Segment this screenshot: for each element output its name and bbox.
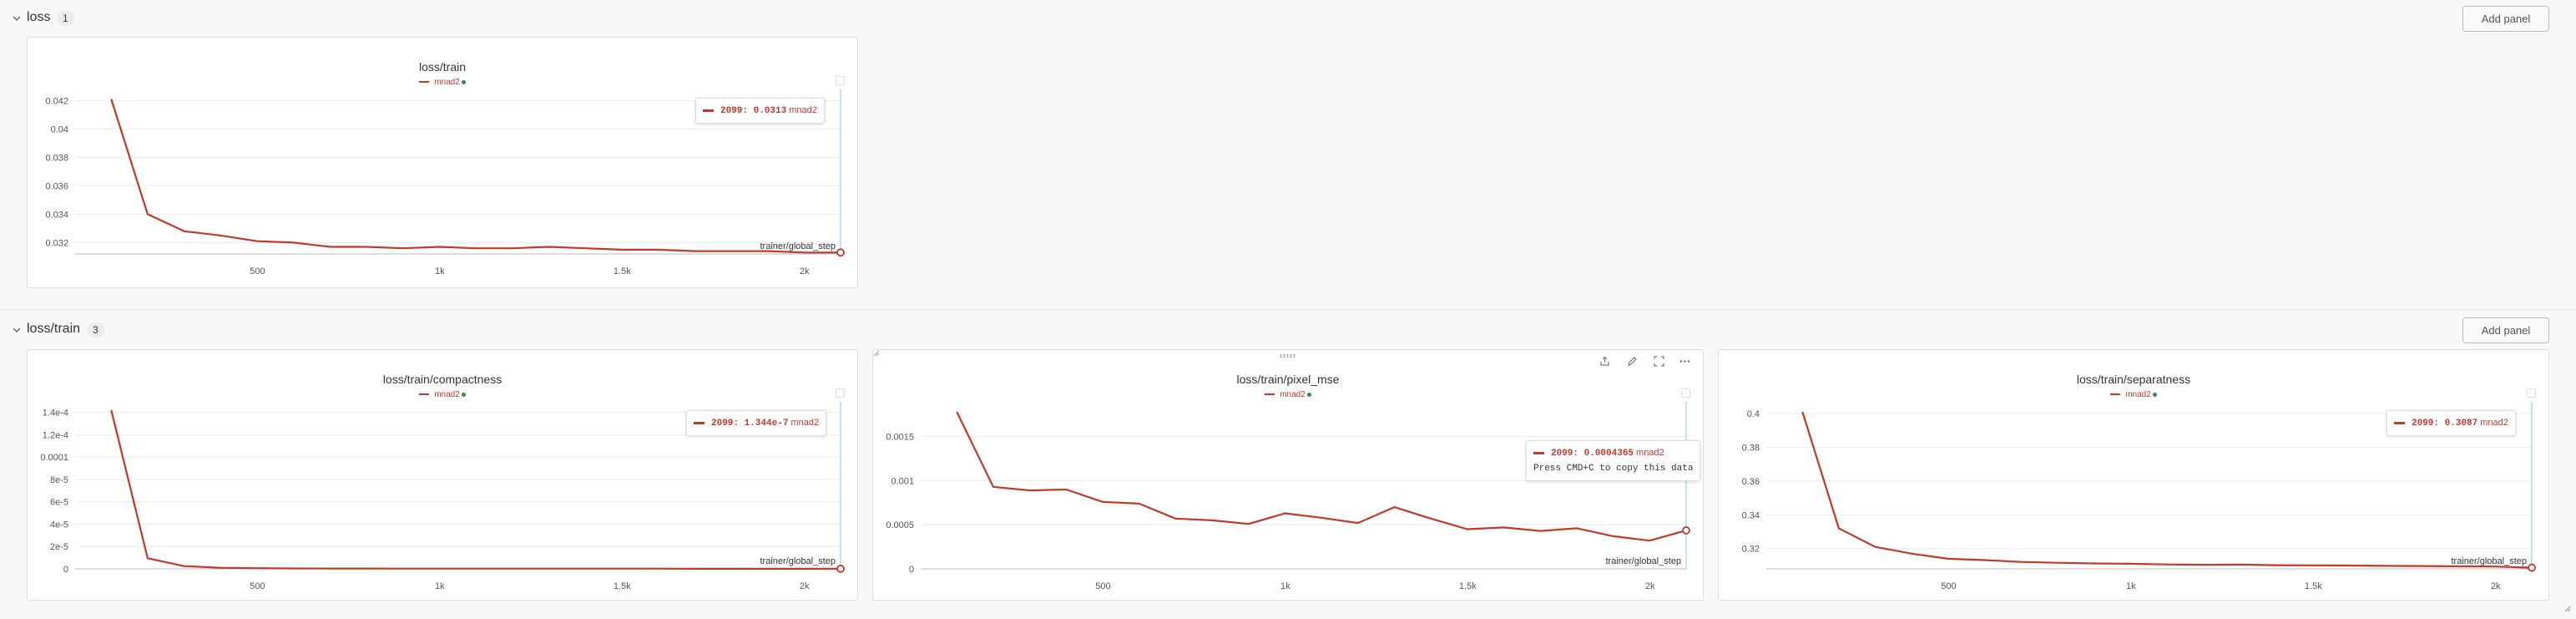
section-title: loss/train (27, 322, 81, 336)
hover-point (836, 564, 845, 573)
tooltip-step: 2099 (711, 419, 734, 429)
y-tick-label: 0.042 (45, 96, 68, 106)
y-tick-label: 0 (63, 565, 68, 575)
y-tick-label: 4e-5 (50, 520, 68, 530)
y-tick-label: 1.4e-4 (43, 408, 68, 419)
section-header-loss-train[interactable]: loss/train 3 Add panel (0, 313, 2576, 347)
y-tick-label: 1.2e-4 (43, 430, 68, 440)
chart-panel-compactness[interactable]: loss/train/compactness mnad2 0 2e-5 4e-5 6e… (27, 349, 858, 601)
section-panel-count: 3 (87, 322, 104, 337)
line-chart[interactable]: 0 2e-5 4e-5 6e-5 8e-5 0.0001 1.2e-4 1.4e-4 500 1k… (28, 350, 858, 601)
y-tick-label: 0.34 (1742, 510, 1760, 520)
y-tick-label: 2e-5 (50, 542, 68, 552)
tooltip-swatch (2394, 421, 2405, 424)
x-tick-label: 1.5k (1459, 581, 1477, 591)
y-tick-label: 0.0001 (40, 453, 68, 463)
x-tick-label: 1.5k (614, 581, 631, 591)
y-tick-label: 6e-5 (50, 498, 68, 508)
y-tick-label: 0.04 (51, 124, 68, 134)
x-tick-label: 500 (1941, 581, 1956, 591)
hover-tooltip: 2099: 0.3087 mnad2 (2387, 410, 2516, 436)
chart-panel-separatness[interactable]: loss/train/separatness mnad2 0.32 0.34 0.3… (1718, 349, 2549, 601)
x-tick-label: 2k (800, 266, 810, 277)
x-axis-label: trainer/global_step (760, 241, 836, 251)
section-header-loss[interactable]: loss 1 Add panel (0, 2, 2576, 35)
section-title: loss (27, 10, 51, 24)
tooltip-run: mnad2 (1636, 448, 1664, 458)
chart-panel-pixel-mse[interactable]: loss/train/pixel_mse mnad2 0 0.0005 0.001 0… (872, 349, 1704, 601)
hover-point (2528, 563, 2536, 572)
x-tick-label: 2k (1645, 581, 1655, 591)
y-tick-label: 0.36 (1742, 477, 1760, 487)
y-tick-label: 0.0015 (886, 433, 914, 443)
section-panel-count: 1 (57, 11, 74, 26)
tooltip-step: 2099 (2412, 419, 2434, 429)
x-tick-label: 500 (250, 581, 265, 591)
add-panel-button[interactable]: Add panel (2462, 6, 2549, 32)
y-tick-label: 8e-5 (50, 475, 68, 485)
x-tick-label: 1.5k (614, 266, 631, 277)
tooltip-step: 2099 (720, 106, 743, 116)
tooltip-swatch (1533, 451, 1544, 454)
y-tick-label: 0 (909, 565, 914, 575)
chevron-down-icon[interactable] (12, 325, 22, 335)
tooltip-swatch (703, 109, 714, 112)
line-chart[interactable]: 0.032 0.034 0.036 0.038 0.04 0.042 500 1k 1.5k 2k… (28, 38, 858, 288)
line-chart[interactable]: 0.32 0.34 0.36 0.38 0.4 500 1k 1.5k 2k trainer/gl… (1719, 350, 2549, 601)
tooltip-run: mnad2 (2480, 418, 2508, 428)
hover-point (1682, 526, 1690, 535)
hover-tooltip: 2099: 0.0313 mnad2 (695, 98, 825, 124)
y-tick-label: 0.034 (45, 210, 68, 220)
y-tick-label: 0.036 (45, 181, 68, 191)
y-tick-label: 0.32 (1742, 545, 1760, 555)
chevron-down-icon[interactable] (12, 13, 22, 23)
tooltip-value: 0.3087 (2444, 419, 2478, 429)
hover-tooltip: 2099: 1.344e-7 mnad2 (686, 410, 827, 436)
x-tick-label: 1k (435, 581, 445, 591)
y-tick-label: 0.001 (891, 476, 914, 486)
x-axis-label: trainer/global_step (760, 556, 836, 566)
x-tick-label: 2k (2491, 581, 2501, 591)
x-axis-label: trainer/global_step (1605, 556, 1681, 566)
x-tick-label: 500 (1095, 581, 1110, 591)
add-panel-button[interactable]: Add panel (2462, 317, 2549, 343)
tooltip-swatch (694, 421, 705, 424)
y-tick-label: 0.038 (45, 153, 68, 163)
hover-point (836, 248, 845, 257)
tooltip-step: 2099 (1551, 449, 1573, 459)
x-tick-label: 1k (1280, 581, 1291, 591)
section-divider (0, 309, 2576, 310)
y-tick-label: 0.0005 (886, 520, 914, 530)
hover-tooltip: 2099: 0.0004365 mnad2 Press CMD+C to copy… (1526, 440, 1701, 481)
tooltip-run: mnad2 (789, 105, 817, 115)
x-tick-label: 1.5k (2305, 581, 2322, 591)
resize-icon[interactable] (873, 350, 880, 357)
x-tick-label: 500 (250, 266, 265, 277)
chart-panel-loss-train[interactable]: loss/train mnad2 0.032 0.034 0.036 0.038 0.0… (27, 37, 858, 288)
resize-icon[interactable] (2564, 606, 2571, 612)
tooltip-run: mnad2 (790, 418, 820, 428)
y-tick-label: 0.4 (1747, 409, 1760, 419)
y-tick-label: 0.38 (1742, 443, 1760, 453)
tooltip-value: 0.0004365 (1583, 449, 1634, 459)
tooltip-value: 1.344e-7 (744, 419, 789, 429)
x-tick-label: 1k (435, 266, 445, 277)
y-tick-label: 0.032 (45, 238, 68, 248)
x-axis-label: trainer/global_step (2451, 556, 2527, 566)
x-tick-label: 2k (800, 581, 810, 591)
tooltip-value: 0.0313 (753, 106, 787, 116)
tooltip-copy-hint: Press CMD+C to copy this data (1533, 464, 1694, 474)
x-tick-label: 1k (2126, 581, 2136, 591)
